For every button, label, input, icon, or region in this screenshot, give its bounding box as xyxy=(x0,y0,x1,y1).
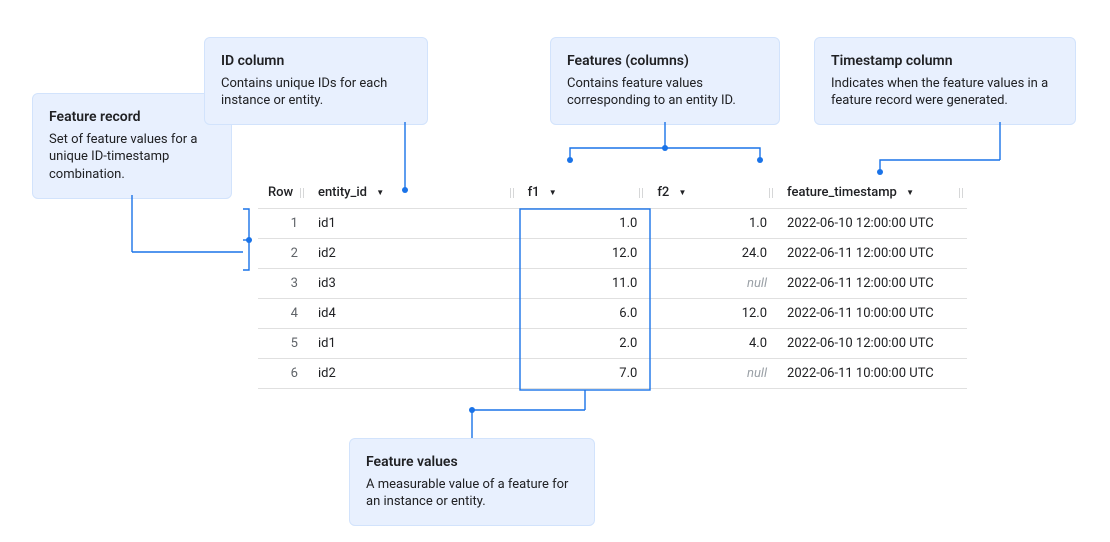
callout-title: Timestamp column xyxy=(831,52,1059,71)
col-header-label: Row xyxy=(268,185,293,200)
table-row: 3id311.0 null 2022-06-11 12:00:00 UTC xyxy=(258,268,967,298)
cell-f2: 4.0 xyxy=(647,328,777,358)
cell-entity-id: id2 xyxy=(308,238,518,268)
callout-title: ID column xyxy=(221,52,411,71)
column-resizer[interactable] xyxy=(298,184,306,202)
cell-row-number: 1 xyxy=(258,208,308,238)
cell-entity-id: id1 xyxy=(308,328,518,358)
cell-f1: 7.0 xyxy=(518,358,648,388)
column-resizer[interactable] xyxy=(767,184,775,202)
cell-f2: 24.0 xyxy=(647,238,777,268)
callout-features: Features (columns) Contains feature valu… xyxy=(550,37,780,125)
callout-title: Feature values xyxy=(366,453,578,472)
cell-row-number: 3 xyxy=(258,268,308,298)
cell-f1: 12.0 xyxy=(518,238,648,268)
table-body: 1id11.01.02022-06-10 12:00:00 UTC2id212.… xyxy=(258,208,967,388)
column-resizer[interactable] xyxy=(508,184,516,202)
cell-f2: 12.0 xyxy=(647,298,777,328)
col-header-label: f2 xyxy=(657,185,669,200)
col-header-label: f1 xyxy=(528,185,540,200)
callout-desc: Contains unique IDs for each instance or… xyxy=(221,75,411,110)
table-row: 6id27.0 null 2022-06-11 10:00:00 UTC xyxy=(258,358,967,388)
cell-f1: 1.0 xyxy=(518,208,648,238)
col-header-entity-id[interactable]: entity_id xyxy=(308,178,518,208)
cell-entity-id: id1 xyxy=(308,208,518,238)
callout-feature-values: Feature values A measurable value of a f… xyxy=(349,438,595,526)
col-header-label: entity_id xyxy=(318,185,367,200)
table-row: 5id12.04.02022-06-10 12:00:00 UTC xyxy=(258,328,967,358)
cell-row-number: 4 xyxy=(258,298,308,328)
feature-table: Row entity_id f1 f2 feature_timestamp 1i… xyxy=(258,178,967,389)
cell-timestamp: 2022-06-11 10:00:00 UTC xyxy=(777,298,967,328)
cell-entity-id: id3 xyxy=(308,268,518,298)
callout-timestamp: Timestamp column Indicates when the feat… xyxy=(814,37,1076,125)
callout-desc: Indicates when the feature values in a f… xyxy=(831,75,1059,110)
table-row: 2id212.024.02022-06-11 12:00:00 UTC xyxy=(258,238,967,268)
cell-row-number: 5 xyxy=(258,328,308,358)
cell-timestamp: 2022-06-11 10:00:00 UTC xyxy=(777,358,967,388)
cell-timestamp: 2022-06-10 12:00:00 UTC xyxy=(777,328,967,358)
cell-f1: 6.0 xyxy=(518,298,648,328)
cell-entity-id: id2 xyxy=(308,358,518,388)
column-resizer[interactable] xyxy=(637,184,645,202)
cell-f1: 11.0 xyxy=(518,268,648,298)
callout-desc: Set of feature values for a unique ID-ti… xyxy=(49,131,215,184)
col-header-label: feature_timestamp xyxy=(787,185,897,200)
table-row: 4id46.012.02022-06-11 10:00:00 UTC xyxy=(258,298,967,328)
callout-title: Feature record xyxy=(49,108,215,127)
cell-row-number: 6 xyxy=(258,358,308,388)
cell-timestamp: 2022-06-11 12:00:00 UTC xyxy=(777,268,967,298)
cell-row-number: 2 xyxy=(258,238,308,268)
cell-f2: null xyxy=(647,268,777,298)
column-resizer[interactable] xyxy=(957,184,965,202)
callout-title: Features (columns) xyxy=(567,52,763,71)
cell-f2: 1.0 xyxy=(647,208,777,238)
cell-f2: null xyxy=(647,358,777,388)
col-header-f2[interactable]: f2 xyxy=(647,178,777,208)
callout-feature-record: Feature record Set of feature values for… xyxy=(32,93,232,199)
cell-entity-id: id4 xyxy=(308,298,518,328)
null-value: null xyxy=(747,276,767,291)
callout-desc: A measurable value of a feature for an i… xyxy=(366,476,578,511)
null-value: null xyxy=(747,366,767,381)
callout-id-column: ID column Contains unique IDs for each i… xyxy=(204,37,428,125)
cell-f1: 2.0 xyxy=(518,328,648,358)
table-row: 1id11.01.02022-06-10 12:00:00 UTC xyxy=(258,208,967,238)
callout-desc: Contains feature values corresponding to… xyxy=(567,75,763,110)
col-header-timestamp[interactable]: feature_timestamp xyxy=(777,178,967,208)
cell-timestamp: 2022-06-10 12:00:00 UTC xyxy=(777,208,967,238)
col-header-f1[interactable]: f1 xyxy=(518,178,648,208)
table-header-row: Row entity_id f1 f2 feature_timestamp xyxy=(258,178,967,208)
col-header-row[interactable]: Row xyxy=(258,178,308,208)
cell-timestamp: 2022-06-11 12:00:00 UTC xyxy=(777,238,967,268)
